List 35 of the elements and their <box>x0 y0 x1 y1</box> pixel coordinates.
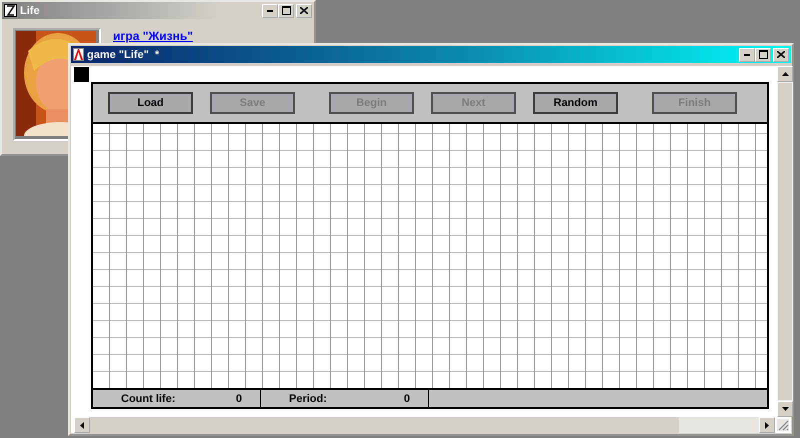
maximize-button[interactable] <box>278 4 294 18</box>
close-icon <box>300 7 308 14</box>
maximize-button[interactable] <box>755 48 771 62</box>
close-button[interactable] <box>296 4 312 18</box>
scroll-left-button[interactable] <box>74 417 90 433</box>
app-icon <box>73 48 84 61</box>
game-link[interactable]: игра "Жизнь" <box>113 29 193 43</box>
minimize-button[interactable] <box>262 4 278 18</box>
up-arrow-icon <box>782 72 788 76</box>
maximize-icon <box>282 6 290 15</box>
resize-grip-icon[interactable] <box>777 419 789 431</box>
minimize-icon <box>744 54 750 56</box>
close-icon <box>777 51 785 58</box>
toolbar-button[interactable]: Random <box>533 92 618 114</box>
horizontal-scrollbar[interactable] <box>74 417 775 433</box>
scroll-up-button[interactable] <box>777 66 793 82</box>
scroll-right-button[interactable] <box>759 417 775 433</box>
maximize-icon <box>758 50 768 59</box>
close-button[interactable] <box>773 48 789 62</box>
window-title: Life <box>20 4 40 16</box>
scroll-down-button[interactable] <box>777 401 793 417</box>
right-arrow-icon <box>765 422 769 428</box>
left-arrow-icon <box>80 422 84 428</box>
vertical-scrollbar[interactable] <box>777 66 793 417</box>
toolbar-button[interactable]: Load <box>108 92 193 114</box>
status-value: 0 <box>404 392 410 404</box>
minimize-button[interactable] <box>739 48 755 62</box>
cell-marker <box>74 67 89 82</box>
status-value: 0 <box>236 392 242 404</box>
status-label: Count life: <box>121 392 176 404</box>
down-arrow-icon <box>782 407 788 411</box>
minimize-icon <box>267 10 273 12</box>
window-title: game "Life" * <box>87 48 160 60</box>
status-label: Period: <box>289 392 327 404</box>
cell-grid[interactable] <box>93 122 767 388</box>
